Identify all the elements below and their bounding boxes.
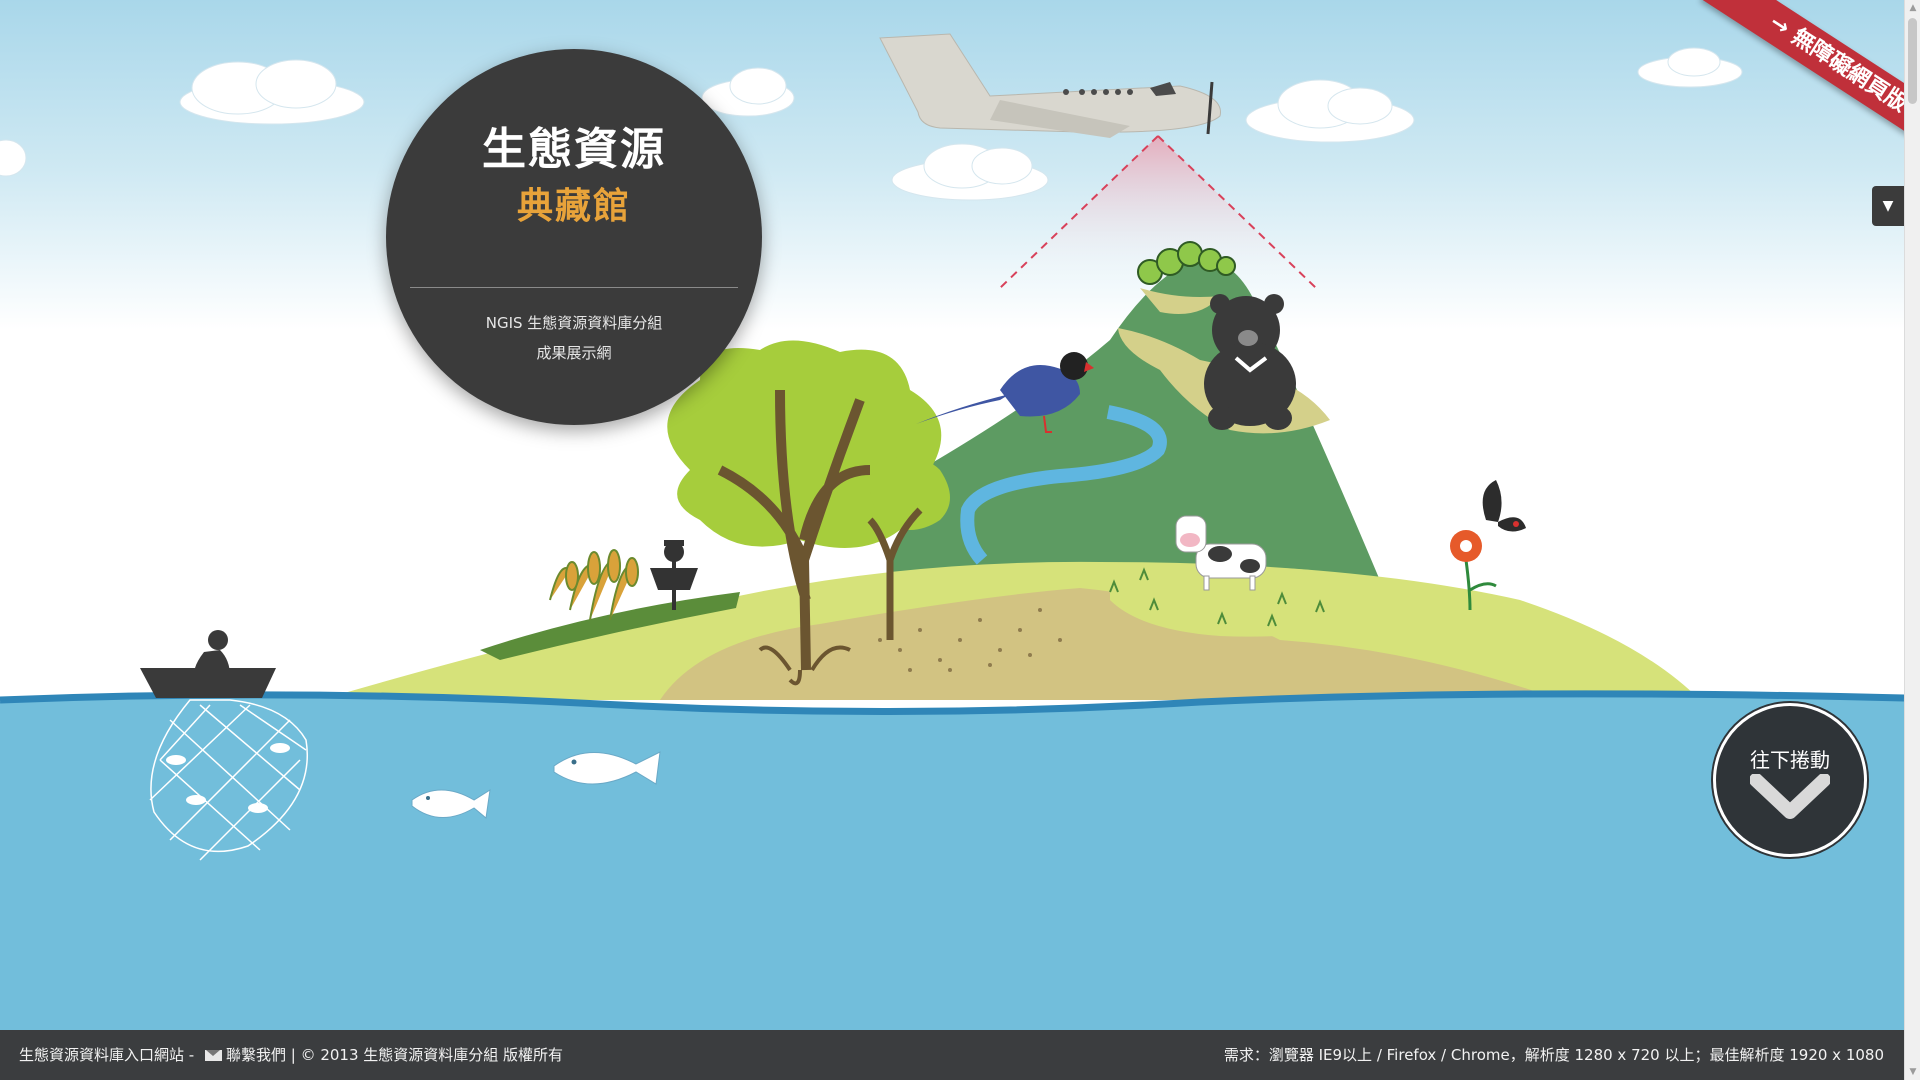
side-menu-toggle[interactable]: ▼ [1872, 186, 1904, 226]
portal-link[interactable]: 生態資源資料庫入口網站 [19, 1046, 184, 1064]
site-description-line1: NGIS 生態資源資料庫分組 [485, 314, 663, 332]
arrow-right-icon: → [1765, 9, 1795, 41]
site-title: 生態資源 [482, 124, 666, 175]
footer: 生態資源資料庫入口網站 - 聯繫我們 | © 2013 生態資源資料庫分組 版權… [0, 1030, 1904, 1080]
footer-separator: | [285, 1046, 301, 1064]
footer-links: 生態資源資料庫入口網站 - 聯繫我們 | © 2013 生態資源資料庫分組 版權… [19, 1030, 563, 1080]
accessible-version-label: 無障礙網頁版 [1787, 24, 1904, 118]
mail-icon [204, 1050, 222, 1061]
scroll-down-button[interactable]: 往下捲動 [1713, 703, 1867, 857]
system-requirements: 需求：瀏覽器 IE9以上 / Firefox / Chrome，解析度 1280… [1223, 1046, 1884, 1064]
accessibility-ribbon: →無障礙網頁版 [1640, 0, 1904, 140]
title-divider [410, 287, 738, 288]
rice-plants [549, 549, 639, 621]
footer-separator: - [184, 1046, 199, 1064]
site-title-badge: 生態資源 典藏館 NGIS 生態資源資料庫分組 成果展示網 [386, 49, 762, 425]
scroll-down-arrow[interactable]: ▼ [1905, 1064, 1920, 1080]
vertical-scrollbar[interactable]: ▲ ▼ [1904, 0, 1920, 1080]
scrollbar-thumb[interactable] [1908, 18, 1917, 104]
hero-stage: 生態資源 典藏館 NGIS 生態資源資料庫分組 成果展示網 →無障礙網頁版 ▼ … [0, 0, 1904, 1080]
triangle-down-icon: ▼ [1882, 198, 1894, 214]
accessible-version-link[interactable]: →無障礙網頁版 [1701, 0, 1904, 140]
island [320, 561, 1700, 700]
airplane [879, 33, 1221, 138]
mountain [880, 260, 1384, 600]
scroll-up-arrow[interactable]: ▲ [1905, 0, 1920, 16]
island-scene [0, 33, 1904, 1030]
contact-link[interactable]: 聯繫我們 [226, 1046, 286, 1064]
black-bear [1204, 294, 1296, 430]
copyright-text: © 2013 生態資源資料庫分組 版權所有 [300, 1046, 564, 1064]
fishing-boat [140, 630, 276, 698]
site-description-line2: 成果展示網 [536, 344, 612, 362]
site-subtitle: 典藏館 [516, 185, 631, 227]
scroll-down-label: 往下捲動 [1750, 748, 1830, 772]
butterfly [1482, 480, 1526, 532]
chevron-down-icon [1750, 774, 1830, 819]
